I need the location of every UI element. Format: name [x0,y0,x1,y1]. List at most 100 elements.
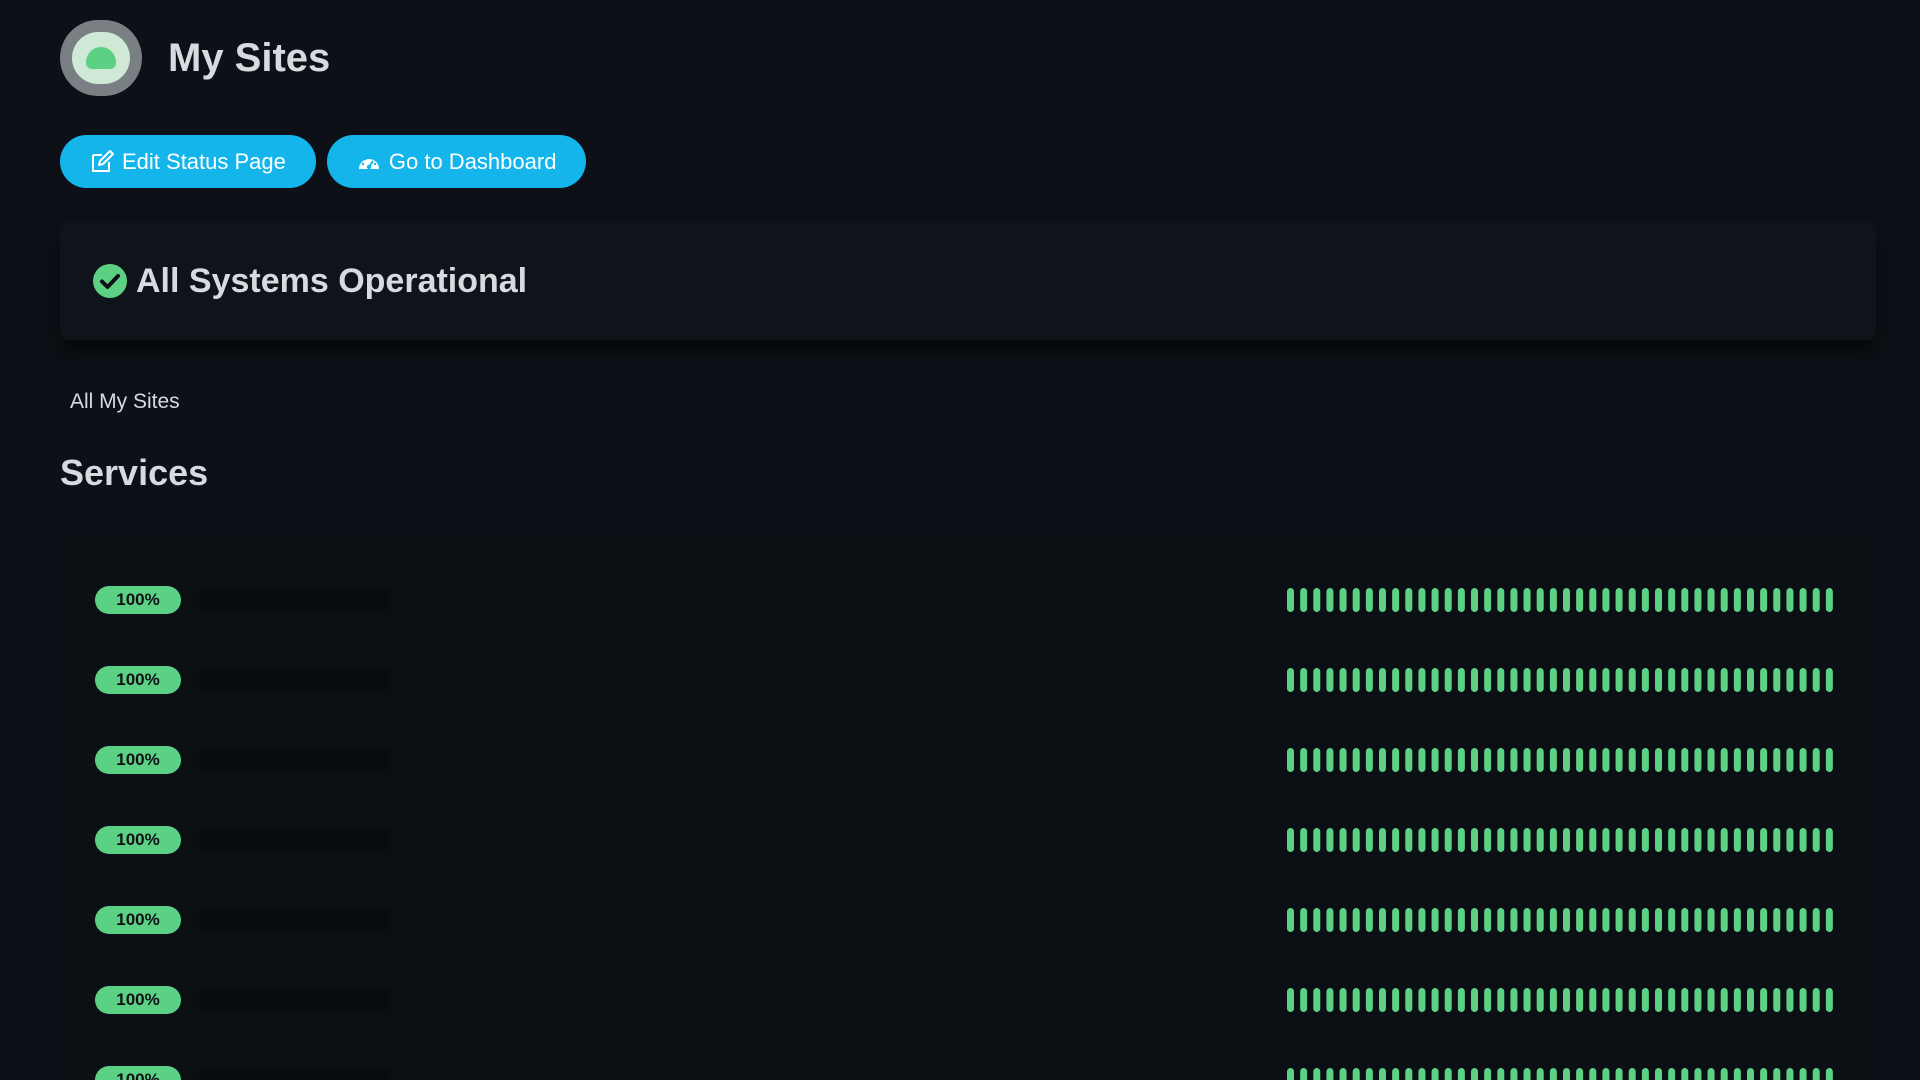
heartbeat-up[interactable] [1510,668,1518,692]
heartbeat-up[interactable] [1641,828,1649,852]
heartbeat-up[interactable] [1300,1068,1308,1080]
heartbeat-up[interactable] [1287,908,1294,932]
heartbeat-up[interactable] [1694,1068,1702,1080]
heartbeat-up[interactable] [1786,988,1794,1012]
heartbeat-up[interactable] [1471,588,1478,612]
heartbeat-up[interactable] [1444,588,1452,612]
heartbeat-up[interactable] [1576,588,1584,612]
heartbeat-up[interactable] [1812,988,1820,1012]
heartbeat-up[interactable] [1339,668,1347,692]
heartbeat-up[interactable] [1668,988,1676,1012]
heartbeat-up[interactable] [1379,908,1386,932]
heartbeat-up[interactable] [1457,588,1465,612]
heartbeat-up[interactable] [1536,588,1544,612]
heartbeat-up[interactable] [1563,828,1570,852]
heartbeat-up[interactable] [1536,988,1544,1012]
heartbeat-up[interactable] [1418,748,1426,772]
heartbeat-up[interactable] [1313,668,1321,692]
heartbeat-up[interactable] [1628,748,1636,772]
heartbeat-up[interactable] [1313,748,1321,772]
heartbeat-up[interactable] [1825,748,1833,772]
heartbeat-up[interactable] [1655,748,1662,772]
heartbeat-up[interactable] [1799,748,1807,772]
heartbeat-up[interactable] [1760,748,1768,772]
heartbeat-up[interactable] [1444,908,1452,932]
heartbeat-up[interactable] [1615,828,1623,852]
heartbeat-up[interactable] [1615,668,1623,692]
heartbeat-up[interactable] [1405,668,1413,692]
heartbeat-up[interactable] [1352,908,1360,932]
heartbeat-up[interactable] [1339,828,1347,852]
heartbeat-up[interactable] [1300,908,1308,932]
heartbeat-up[interactable] [1365,988,1373,1012]
heartbeat-up[interactable] [1523,668,1531,692]
heartbeat-up[interactable] [1812,828,1820,852]
heartbeat-up[interactable] [1365,588,1373,612]
heartbeat-up[interactable] [1563,988,1570,1012]
heartbeat-up[interactable] [1418,988,1426,1012]
heartbeat-up[interactable] [1799,908,1807,932]
heartbeat-up[interactable] [1641,1068,1649,1080]
heartbeat-up[interactable] [1563,668,1570,692]
heartbeat-up[interactable] [1733,588,1741,612]
heartbeat-up[interactable] [1379,1068,1386,1080]
heartbeat-up[interactable] [1471,1068,1478,1080]
heartbeat-up[interactable] [1602,908,1610,932]
heartbeat-up[interactable] [1418,908,1426,932]
heartbeat-up[interactable] [1352,668,1360,692]
heartbeat-up[interactable] [1523,908,1531,932]
heartbeat-up[interactable] [1497,908,1505,932]
heartbeat-up[interactable] [1431,668,1439,692]
heartbeat-up[interactable] [1471,828,1478,852]
heartbeat-up[interactable] [1523,1068,1531,1080]
heartbeat-up[interactable] [1589,668,1597,692]
heartbeat-up[interactable] [1300,988,1308,1012]
heartbeat-up[interactable] [1549,908,1557,932]
heartbeat-up[interactable] [1365,828,1373,852]
heartbeat-up[interactable] [1655,668,1662,692]
heartbeat-up[interactable] [1773,588,1781,612]
heartbeat-up[interactable] [1825,908,1833,932]
heartbeat-up[interactable] [1392,668,1400,692]
heartbeat-up[interactable] [1786,588,1794,612]
heartbeat-up[interactable] [1589,1068,1597,1080]
heartbeat-up[interactable] [1536,828,1544,852]
heartbeat-up[interactable] [1471,908,1478,932]
heartbeat-up[interactable] [1563,1068,1570,1080]
heartbeat-up[interactable] [1457,1068,1465,1080]
heartbeat-up[interactable] [1747,588,1754,612]
heartbeat-up[interactable] [1747,988,1754,1012]
heartbeat-up[interactable] [1576,828,1584,852]
heartbeat-up[interactable] [1431,908,1439,932]
heartbeat-up[interactable] [1707,988,1715,1012]
heartbeat-up[interactable] [1405,1068,1413,1080]
heartbeat-up[interactable] [1747,908,1754,932]
heartbeat-up[interactable] [1431,828,1439,852]
heartbeat-up[interactable] [1287,988,1294,1012]
heartbeat-up[interactable] [1681,588,1689,612]
heartbeat-up[interactable] [1326,828,1334,852]
heartbeat-up[interactable] [1628,588,1636,612]
heartbeat-up[interactable] [1392,908,1400,932]
heartbeat-up[interactable] [1484,748,1492,772]
heartbeat-up[interactable] [1523,748,1531,772]
heartbeat-up[interactable] [1589,748,1597,772]
heartbeat-up[interactable] [1497,588,1505,612]
heartbeat-up[interactable] [1471,988,1478,1012]
heartbeat-up[interactable] [1628,908,1636,932]
heartbeat-up[interactable] [1392,828,1400,852]
heartbeat-up[interactable] [1720,668,1728,692]
heartbeat-up[interactable] [1339,748,1347,772]
heartbeat-up[interactable] [1444,1068,1452,1080]
go-to-dashboard-button[interactable]: Go to Dashboard [326,135,587,188]
heartbeat-up[interactable] [1641,588,1649,612]
heartbeat-up[interactable] [1668,748,1676,772]
heartbeat-up[interactable] [1773,988,1781,1012]
heartbeat-up[interactable] [1615,1068,1623,1080]
heartbeat-up[interactable] [1681,828,1689,852]
heartbeat-up[interactable] [1707,668,1715,692]
heartbeat-up[interactable] [1707,828,1715,852]
heartbeat-up[interactable] [1444,988,1452,1012]
heartbeat-up[interactable] [1812,1068,1820,1080]
heartbeat-up[interactable] [1510,748,1518,772]
